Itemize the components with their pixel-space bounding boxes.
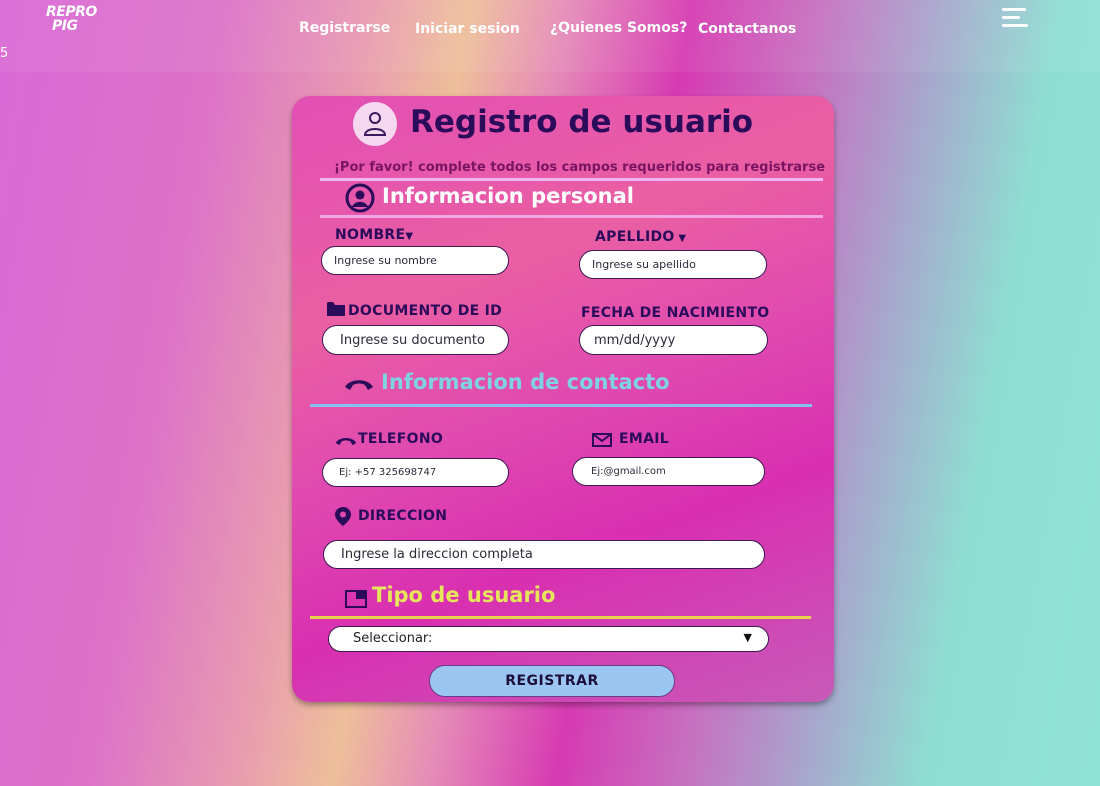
stray-text: 5 — [0, 46, 9, 61]
label-apellido: APELLIDO ▼ — [595, 229, 687, 245]
apellido-input[interactable] — [579, 250, 767, 279]
fecha-nacimiento-input[interactable] — [579, 325, 768, 355]
mail-icon — [592, 432, 612, 451]
location-pin-icon — [335, 507, 351, 530]
logo-line-2: PIG — [52, 18, 78, 34]
divider — [310, 616, 811, 619]
hamburger-icon[interactable] — [1002, 8, 1032, 32]
user-type-select[interactable]: Seleccionar: ▼ — [328, 626, 769, 652]
form-subtitle: ¡Por favor! complete todos los campos re… — [334, 160, 826, 175]
section-title-user-type: Tipo de usuario — [372, 583, 556, 607]
folder-icon — [327, 301, 345, 320]
logo-line-1: REPRO — [46, 4, 97, 20]
nav-iniciar-sesion[interactable]: Iniciar sesion — [415, 21, 520, 37]
nav-quienes-somos[interactable]: ¿Quienes Somos? — [550, 20, 687, 36]
top-navbar — [0, 0, 1100, 72]
divider — [320, 178, 823, 181]
caret-down-icon: ▼ — [674, 233, 687, 244]
registrar-button[interactable]: REGISTRAR — [429, 665, 675, 697]
nombre-input[interactable] — [321, 246, 509, 275]
form-title: Registro de usuario — [410, 104, 754, 140]
nav-registrarse[interactable]: Registrarse — [299, 20, 390, 36]
nav-contactanos[interactable]: Contactanos — [698, 21, 796, 37]
documento-input[interactable] — [322, 325, 509, 355]
divider — [320, 215, 823, 218]
label-direccion: DIRECCION — [358, 508, 448, 524]
section-title-personal: Informacion personal — [382, 184, 634, 208]
telefono-input[interactable] — [322, 458, 509, 487]
section-title-contact: Informacion de contacto — [381, 370, 670, 394]
label-telefono: TELEFONO — [358, 431, 444, 447]
user-avatar-icon — [353, 102, 397, 146]
label-documento: DOCUMENTO DE ID — [348, 303, 503, 319]
logo[interactable]: REPRO PIG — [46, 5, 106, 33]
divider — [310, 404, 812, 407]
label-fecha-nacimiento: FECHA DE NACIMIENTO — [581, 305, 770, 321]
window-icon — [345, 590, 367, 612]
caret-down-icon: ▼ — [405, 231, 414, 242]
direccion-input[interactable] — [323, 540, 765, 569]
email-input[interactable] — [572, 457, 765, 486]
phone-icon — [344, 377, 374, 396]
label-email: EMAIL — [619, 431, 669, 447]
user-circle-icon — [345, 183, 375, 217]
phone-icon — [335, 432, 357, 451]
dropdown-arrow-icon: ▼ — [743, 631, 752, 644]
label-nombre: NOMBRE▼ — [335, 227, 414, 243]
select-value: Seleccionar: — [353, 631, 433, 646]
